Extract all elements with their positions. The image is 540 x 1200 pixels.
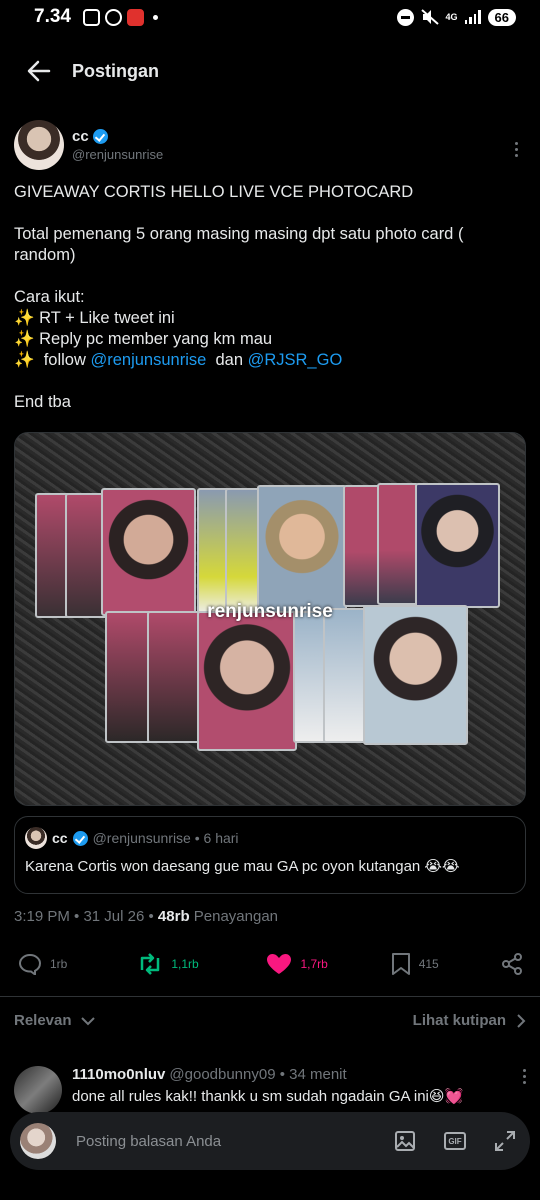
quote-header: cc @renjunsunrise • 6 hari bbox=[25, 827, 515, 849]
mention-link[interactable]: @RJSR_GO bbox=[248, 351, 343, 369]
steps-heading: Cara ikut: bbox=[14, 288, 85, 306]
retweet-icon bbox=[141, 953, 160, 975]
step-3-prefix: ✨ follow bbox=[14, 351, 91, 369]
step-3-mid: dan bbox=[206, 351, 248, 369]
reply-count: 1rb bbox=[50, 957, 68, 971]
more-icon[interactable] bbox=[523, 1066, 526, 1084]
quoted-post[interactable]: cc @renjunsunrise • 6 hari Karena Cortis… bbox=[14, 816, 526, 894]
photocard bbox=[323, 608, 368, 743]
view-quotes-label: Lihat kutipan bbox=[412, 1012, 506, 1029]
step-2: ✨ Reply pc member yang km mau bbox=[14, 330, 273, 348]
reply-author-name[interactable]: 1110mo0nluv bbox=[72, 1066, 165, 1084]
photocard bbox=[147, 611, 202, 743]
post: cc @renjunsunrise GIVEAWAY CORTIS HELLO … bbox=[14, 120, 526, 434]
battery-indicator: 66 bbox=[487, 8, 516, 26]
page-title: Postingan bbox=[72, 60, 160, 81]
header: Postingan bbox=[0, 50, 540, 92]
network-type: 4G bbox=[445, 11, 458, 22]
replies-filter: Relevan Lihat kutipan bbox=[14, 1012, 526, 1029]
sort-label: Relevan bbox=[14, 1012, 72, 1029]
post-text: GIVEAWAY CORTIS HELLO LIVE VCE PHOTOCARD… bbox=[14, 182, 526, 413]
like-count: 1,7rb bbox=[300, 957, 328, 971]
chevron-right-icon bbox=[517, 1013, 526, 1028]
gif-icon[interactable]: GIF bbox=[444, 1132, 466, 1150]
notification-icons bbox=[82, 8, 158, 26]
screenshot-icon bbox=[82, 8, 100, 26]
mention-link[interactable]: @renjunsunrise bbox=[90, 351, 206, 369]
image-watermark: renjunsunrise bbox=[207, 601, 333, 622]
system-icons: 4G 66 bbox=[396, 8, 516, 26]
photocard bbox=[197, 611, 297, 751]
reply-composer[interactable]: Posting balasan Anda GIF bbox=[10, 1112, 530, 1170]
photocard bbox=[377, 483, 419, 605]
status-bar: 7.34 4G 66 bbox=[0, 0, 540, 34]
retweet-count: 1,1rb bbox=[171, 957, 199, 971]
bookmark-button[interactable]: 415 bbox=[391, 952, 500, 976]
reply-text: done all rules kak!! thankk u sm sudah n… bbox=[72, 1088, 464, 1105]
image-icon[interactable] bbox=[394, 1130, 416, 1152]
bookmark-count: 415 bbox=[418, 957, 439, 971]
reply-body: 1110mo0nluv @goodbunny09 • 34 menit done… bbox=[72, 1066, 526, 1114]
chevron-down-icon bbox=[80, 1016, 95, 1025]
composer-tools: GIF bbox=[394, 1130, 516, 1152]
quote-text: Karena Cortis won daesang gue mau GA pc … bbox=[25, 858, 460, 875]
avatar[interactable] bbox=[14, 120, 64, 170]
post-author: cc @renjunsunrise bbox=[14, 120, 526, 176]
quote-author-name: cc bbox=[52, 830, 68, 846]
reply-item[interactable]: 1110mo0nluv @goodbunny09 • 34 menit done… bbox=[14, 1066, 526, 1114]
sort-dropdown[interactable]: Relevan bbox=[14, 1012, 96, 1029]
heart-icon bbox=[267, 954, 292, 974]
post-steps: Cara ikut: ✨ RT + Like tweet ini ✨ Reply… bbox=[14, 287, 526, 371]
quote-meta: @renjunsunrise • 6 hari bbox=[92, 830, 239, 846]
bookmark-icon bbox=[391, 953, 410, 975]
mute-icon bbox=[420, 9, 439, 25]
more-icon[interactable] bbox=[506, 120, 526, 157]
view-quotes-link[interactable]: Lihat kutipan bbox=[413, 1012, 526, 1029]
post-paragraph: Total pemenang 5 orang masing masing dpt… bbox=[14, 225, 464, 264]
views-count[interactable]: 48rb bbox=[158, 908, 190, 925]
photocard bbox=[257, 485, 347, 613]
avatar[interactable] bbox=[14, 1066, 62, 1114]
photocard bbox=[101, 488, 196, 616]
author-info: cc @renjunsunrise bbox=[72, 120, 163, 162]
author-handle[interactable]: @renjunsunrise bbox=[72, 147, 163, 162]
share-icon bbox=[502, 953, 522, 975]
action-bar: 1rb 1,1rb 1,7rb 415 bbox=[18, 946, 524, 982]
post-meta: 3:19 PM • 31 Jul 26 • 48rb Penayangan bbox=[14, 908, 278, 925]
post-timestamp: 3:19 PM • 31 Jul 26 • bbox=[14, 908, 158, 925]
post-image[interactable]: renjunsunrise bbox=[14, 432, 526, 806]
photocard bbox=[363, 605, 468, 745]
reply-icon bbox=[18, 953, 42, 975]
chat-icon bbox=[104, 8, 122, 26]
expand-icon[interactable] bbox=[494, 1130, 516, 1152]
reply-header: 1110mo0nluv @goodbunny09 • 34 menit bbox=[72, 1066, 526, 1084]
reply-input[interactable]: Posting balasan Anda bbox=[76, 1133, 221, 1150]
share-button[interactable] bbox=[500, 952, 524, 976]
author-name[interactable]: cc bbox=[72, 128, 89, 145]
author-name-row: cc bbox=[72, 128, 163, 145]
status-time: 7.34 bbox=[34, 6, 71, 27]
post-title-line: GIVEAWAY CORTIS HELLO LIVE VCE PHOTOCARD bbox=[14, 183, 414, 201]
verified-icon bbox=[92, 129, 108, 144]
signal-icon bbox=[464, 10, 481, 24]
avatar bbox=[20, 1123, 56, 1159]
back-arrow-icon[interactable] bbox=[24, 56, 54, 86]
app-notification-icon bbox=[126, 8, 144, 26]
step-1: ✨ RT + Like tweet ini bbox=[14, 309, 175, 327]
like-button[interactable]: 1,7rb bbox=[266, 953, 390, 975]
reply-button[interactable]: 1rb bbox=[18, 953, 127, 975]
step-3: ✨ follow @renjunsunrise dan @RJSR_GO bbox=[14, 350, 526, 371]
views-label: Penayangan bbox=[189, 908, 279, 925]
retweet-button[interactable]: 1,1rb bbox=[137, 953, 266, 975]
divider bbox=[0, 996, 540, 997]
verified-icon bbox=[72, 830, 88, 846]
post-end: End tba bbox=[14, 393, 71, 411]
more-notifications-icon bbox=[152, 14, 158, 20]
dnd-icon bbox=[396, 8, 414, 26]
avatar bbox=[25, 827, 47, 849]
photocard bbox=[415, 483, 500, 608]
reply-meta: @goodbunny09 • 34 menit bbox=[169, 1066, 347, 1083]
